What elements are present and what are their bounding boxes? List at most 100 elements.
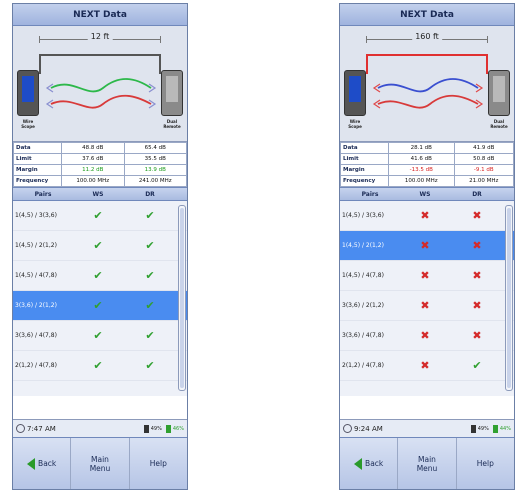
unit-label-dual-remote: Dual Remote — [490, 119, 508, 129]
pair-name: 1(4,5) / 2(1,2) — [342, 242, 384, 249]
results-table: Data 48.8 dB 65.4 dB Limit 37.6 dB 35.5 … — [13, 142, 187, 187]
pair-row[interactable]: 3(3,6) / 2(1,2) ✔ ✔ — [13, 291, 187, 321]
pair-row[interactable]: 1(4,5) / 4(7,8) ✖ ✖ — [340, 261, 514, 291]
help-button[interactable]: Help — [457, 438, 514, 489]
row-label: Limit — [340, 153, 389, 165]
clock-time: 7:47 AM — [27, 424, 56, 433]
pair-row[interactable]: 1(4,5) / 3(3,6) ✖ ✖ — [340, 201, 514, 231]
pair-row[interactable]: 1(4,5) / 3(3,6) ✔ ✔ — [13, 201, 187, 231]
help-label: Help — [476, 459, 494, 468]
check-icon: ✔ — [145, 359, 155, 372]
results-row-frequency: Frequency 100.00 MHz 241.00 MHz — [13, 175, 187, 187]
cross-icon: ✖ — [472, 209, 482, 222]
help-label: Help — [149, 459, 167, 468]
ws-value: 11.2 dB — [61, 164, 125, 176]
pairs-scrollbar[interactable] — [505, 205, 513, 391]
unit-label-dual-remote: Dual Remote — [163, 119, 181, 129]
battery-ws-icon — [143, 424, 149, 433]
battery-dr-percent: 44% — [499, 425, 511, 432]
pair-row[interactable]: 1(4,5) / 4(7,8) ✔ ✔ — [13, 261, 187, 291]
cross-icon: ✖ — [472, 269, 482, 282]
row-label: Limit — [13, 153, 62, 165]
pair-row[interactable]: 1(4,5) / 2(1,2) ✖ ✖ — [340, 231, 514, 261]
pair-name: 1(4,5) / 4(7,8) — [342, 272, 384, 279]
screen-title: NEXT Data — [13, 4, 187, 26]
pairs-scrollbar[interactable] — [178, 205, 186, 391]
pair-name: 2(1,2) / 4(7,8) — [15, 362, 57, 369]
pair-row[interactable]: 2(1,2) / 4(7,8) ✖ ✔ — [340, 351, 514, 381]
cable-length-label: 160 ft — [412, 32, 442, 41]
battery-dr-icon — [492, 424, 498, 433]
ws-value: 100.00 MHz — [388, 175, 455, 187]
column-pairs: Pairs — [361, 190, 379, 198]
cable-icon — [39, 54, 161, 74]
dr-value: 13.9 dB — [123, 164, 187, 176]
back-label: Back — [365, 459, 384, 468]
cross-icon: ✖ — [420, 359, 430, 372]
pair-name: 1(4,5) / 4(7,8) — [15, 272, 57, 279]
pair-row[interactable]: 1(4,5) / 2(1,2) ✔ ✔ — [13, 231, 187, 261]
dr-value: 50.8 dB — [453, 153, 515, 165]
dual-remote-unit-icon — [488, 70, 510, 116]
results-row-limit: Limit 37.6 dB 35.5 dB — [13, 153, 187, 165]
wirescope-unit-icon — [17, 70, 39, 116]
main-menu-button[interactable]: Main Menu — [398, 438, 457, 489]
pair-row[interactable]: 3(3,6) / 4(7,8) ✔ ✔ — [13, 321, 187, 351]
check-icon: ✔ — [472, 359, 482, 372]
row-label: Frequency — [13, 175, 62, 187]
cross-icon: ✖ — [472, 299, 482, 312]
cross-icon: ✖ — [420, 299, 430, 312]
column-ws: WS — [92, 190, 104, 198]
pairs-list: 1(4,5) / 3(3,6) ✖ ✖ 1(4,5) / 2(1,2) ✖ ✖ 1(4,5)… — [340, 201, 514, 396]
cross-icon: ✖ — [420, 209, 430, 222]
clock-time: 9:24 AM — [354, 424, 383, 433]
clock-icon — [343, 424, 352, 433]
cable-length-label: 12 ft — [87, 32, 113, 41]
main-menu-button[interactable]: Main Menu — [71, 438, 130, 489]
check-icon: ✔ — [93, 359, 103, 372]
check-icon: ✔ — [145, 269, 155, 282]
dr-value: 65.4 dB — [123, 142, 187, 154]
screen-title: NEXT Data — [340, 4, 514, 26]
cable-diagram: 160 ft Wire Scope Dual Remote — [340, 26, 514, 142]
unit-label-wirescope: Wire Scope — [21, 119, 35, 129]
check-icon: ✔ — [93, 209, 103, 222]
scroll-thumb[interactable] — [507, 208, 511, 388]
back-arrow-icon — [27, 457, 36, 470]
ws-value: 37.6 dB — [61, 153, 125, 165]
status-bar: 7:47 AM 49% 46% — [13, 419, 187, 437]
back-arrow-icon — [354, 457, 363, 470]
help-button[interactable]: Help — [130, 438, 187, 489]
pair-row[interactable]: 3(3,6) / 2(1,2) ✖ ✖ — [340, 291, 514, 321]
pair-name: 3(3,6) / 4(7,8) — [342, 332, 384, 339]
pair-name: 1(4,5) / 3(3,6) — [15, 212, 57, 219]
pair-name: 1(4,5) / 2(1,2) — [15, 242, 57, 249]
results-row-frequency: Frequency 100.00 MHz 21.00 MHz — [340, 175, 515, 187]
pairs-column-header: Pairs WS DR — [340, 187, 514, 201]
wirescope-unit-icon — [344, 70, 366, 116]
results-row-margin: Margin -13.5 dB -9.1 dB — [340, 164, 515, 176]
check-icon: ✔ — [145, 209, 155, 222]
ws-value: 48.8 dB — [61, 142, 125, 154]
column-dr: DR — [145, 190, 155, 198]
row-label: Data — [13, 142, 62, 154]
results-row-margin: Margin 11.2 dB 13.9 dB — [13, 164, 187, 176]
softkey-bar: Back Main Menu Help — [340, 437, 514, 489]
check-icon: ✔ — [93, 239, 103, 252]
results-table: Data 28.1 dB 41.9 dB Limit 41.6 dB 50.8 … — [340, 142, 515, 187]
check-icon: ✔ — [93, 299, 103, 312]
pair-name: 1(4,5) / 3(3,6) — [342, 212, 384, 219]
pair-name: 2(1,2) / 4(7,8) — [342, 362, 384, 369]
row-label: Margin — [13, 164, 62, 176]
row-label: Data — [340, 142, 389, 154]
pair-name: 3(3,6) / 2(1,2) — [15, 302, 57, 309]
back-button[interactable]: Back — [13, 438, 72, 489]
cross-icon: ✖ — [472, 239, 482, 252]
pair-row[interactable]: 3(3,6) / 4(7,8) ✖ ✖ — [340, 321, 514, 351]
dr-value: 35.5 dB — [123, 153, 187, 165]
results-row-data: Data 28.1 dB 41.9 dB — [340, 142, 515, 154]
back-button[interactable]: Back — [340, 438, 399, 489]
pair-row[interactable]: 2(1,2) / 4(7,8) ✔ ✔ — [13, 351, 187, 381]
battery-dr-icon — [165, 424, 171, 433]
scroll-thumb[interactable] — [180, 208, 184, 388]
